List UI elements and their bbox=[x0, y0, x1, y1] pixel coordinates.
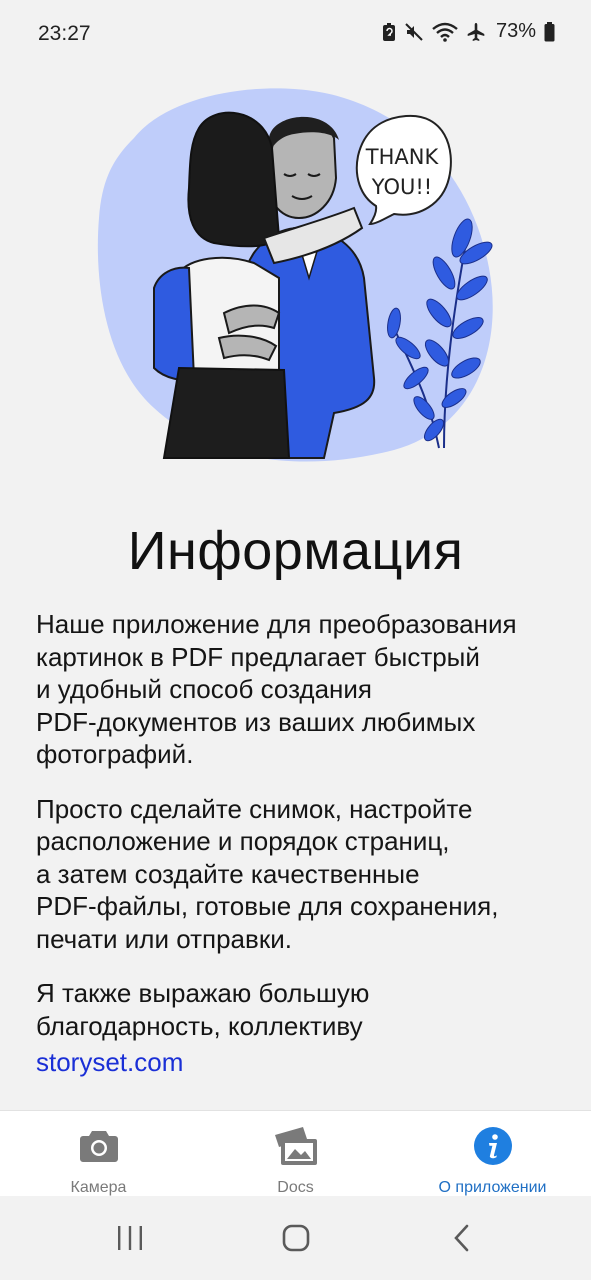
speech-text-1: THANK bbox=[365, 145, 440, 169]
bottom-nav: Камера Docs О приложении bbox=[0, 1110, 591, 1197]
nav-item-docs[interactable]: Docs bbox=[197, 1111, 394, 1197]
system-nav-bar bbox=[0, 1196, 591, 1280]
camera-icon bbox=[79, 1125, 119, 1167]
info-paragraph-1: Наше приложение для преобразования карти… bbox=[36, 609, 517, 769]
recents-icon[interactable] bbox=[110, 1222, 150, 1254]
info-paragraph-3: Я также выражаю большую благодарность, к… bbox=[36, 977, 566, 1079]
battery-saver-icon bbox=[382, 22, 396, 42]
nav-label-camera: Камера bbox=[70, 1179, 127, 1196]
status-bar: 23:27 73% bbox=[0, 0, 591, 70]
page-title: Информация bbox=[127, 521, 464, 581]
hug-illustration: THANK YOU!! bbox=[94, 78, 498, 468]
nav-label-about: О приложении bbox=[438, 1179, 547, 1196]
home-icon[interactable] bbox=[276, 1222, 316, 1254]
battery-icon bbox=[544, 21, 555, 42]
nav-item-camera[interactable]: Камера bbox=[0, 1111, 197, 1197]
mute-icon bbox=[404, 22, 424, 42]
status-icons: 73% bbox=[382, 20, 555, 43]
info-paragraph-2: Просто сделайте снимок, настройте распол… bbox=[36, 793, 499, 954]
wifi-icon bbox=[432, 22, 458, 42]
storyset-link[interactable]: storyset.com bbox=[36, 1046, 183, 1079]
info-icon bbox=[473, 1125, 513, 1167]
speech-text-2: YOU!! bbox=[371, 175, 432, 199]
nav-label-docs: Docs bbox=[277, 1179, 314, 1196]
airplane-icon bbox=[466, 22, 486, 42]
status-time: 23:27 bbox=[38, 22, 91, 45]
back-icon[interactable] bbox=[442, 1222, 482, 1254]
credit-text: Я также выражаю большую благодарность, к… bbox=[36, 978, 370, 1041]
battery-percent: 73% bbox=[495, 20, 536, 42]
info-content: Наше приложение для преобразования карти… bbox=[36, 608, 566, 1101]
images-icon bbox=[273, 1125, 319, 1167]
nav-item-about[interactable]: О приложении bbox=[394, 1111, 591, 1197]
